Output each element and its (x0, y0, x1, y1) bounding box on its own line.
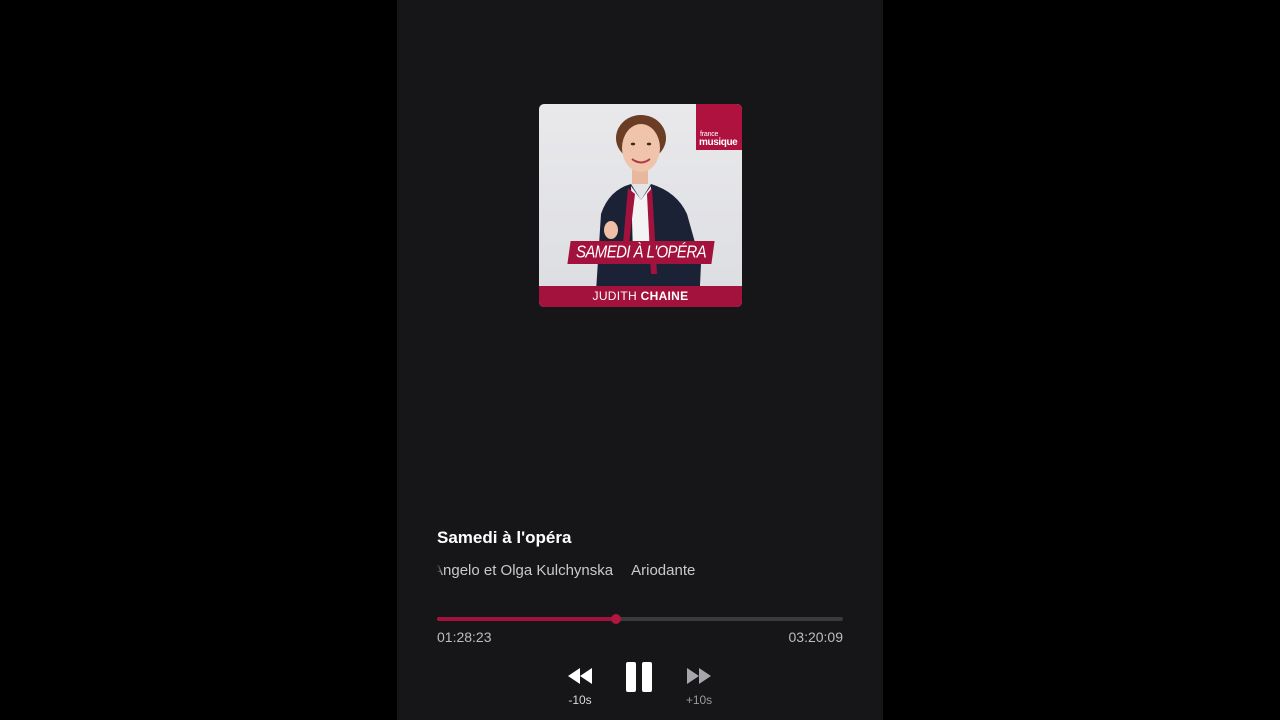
total-time: 03:20:09 (788, 629, 844, 645)
episode-title: Samedi à l'opéra (437, 528, 572, 547)
elapsed-time: 01:28:23 (437, 629, 492, 645)
fast-forward-icon (687, 668, 711, 684)
host-last-name: CHAINE (640, 289, 689, 303)
rewind-button[interactable]: -10s (563, 665, 597, 709)
show-title-banner-text: SAMEDI À L'OPÉRA (576, 242, 706, 263)
rewind-label: -10s (568, 693, 592, 707)
subtitle-part-1: Angelo et Olga Kulchynska (437, 562, 614, 579)
cover-art: france musique SAMEDI À L'OPÉRA JUDITH C… (539, 104, 742, 307)
host-name-strip: JUDITH CHAINE (539, 286, 742, 307)
progress-fill (437, 617, 616, 621)
subtitle-marquee: Angelo et Olga Kulchynska Ariodante (437, 562, 721, 582)
france-musique-logo: france musique (696, 104, 742, 150)
player-screen: france musique SAMEDI À L'OPÉRA JUDITH C… (397, 0, 883, 720)
forward-label: +10s (685, 693, 713, 707)
subtitle-part-2: Ariodante (631, 562, 696, 579)
pause-icon (626, 662, 652, 692)
fast-forward-button[interactable]: +10s (682, 665, 716, 709)
host-first-name: JUDITH (592, 289, 637, 303)
rewind-icon (568, 668, 592, 684)
brand-line-2: musique (699, 137, 738, 148)
show-title-banner: SAMEDI À L'OPÉRA (567, 241, 715, 264)
pause-button[interactable] (624, 660, 656, 696)
progress-bar[interactable] (437, 614, 843, 624)
progress-thumb[interactable] (610, 614, 621, 624)
